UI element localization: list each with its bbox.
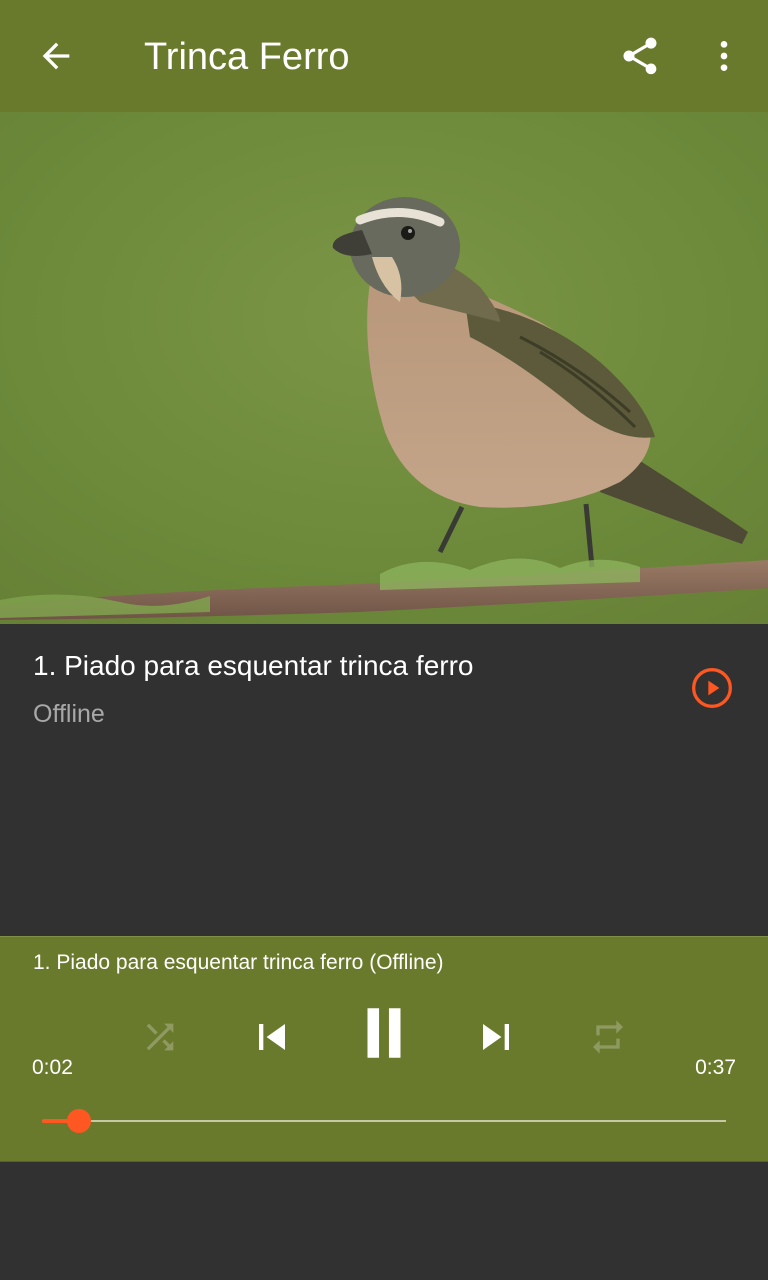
share-button[interactable] <box>608 24 672 88</box>
repeat-button[interactable] <box>584 1013 632 1061</box>
track-status: Offline <box>33 700 105 728</box>
bottom-empty-area <box>0 1162 768 1280</box>
seek-thumb[interactable] <box>66 1109 91 1133</box>
seek-bar[interactable] <box>42 1105 726 1137</box>
skip-previous-icon <box>259 1024 285 1050</box>
total-time: 0:37 <box>695 1056 736 1079</box>
pause-button[interactable] <box>350 999 418 1067</box>
repeat-icon <box>593 1020 623 1054</box>
skip-next-icon <box>483 1024 509 1050</box>
bird-photo <box>0 112 768 624</box>
previous-button[interactable] <box>242 1007 302 1067</box>
shuffle-icon <box>146 1023 174 1051</box>
back-button[interactable] <box>24 24 88 88</box>
current-time: 0:02 <box>32 1056 73 1079</box>
track-play-button[interactable] <box>688 664 736 712</box>
seek-rail <box>42 1120 726 1122</box>
bird-illustration <box>0 112 768 624</box>
more-options-button[interactable] <box>692 24 756 88</box>
share-icon <box>623 37 657 75</box>
track-title[interactable]: 1. Piado para esquentar trinca ferro <box>33 646 473 686</box>
shuffle-button[interactable] <box>136 1013 184 1061</box>
page-title: Trinca Ferro <box>144 36 350 78</box>
app-bar: Trinca Ferro <box>0 0 768 112</box>
mini-player: 1. Piado para esquentar trinca ferro (Of… <box>0 936 768 1162</box>
more-vert-icon <box>720 41 728 71</box>
pause-icon <box>367 1008 401 1058</box>
now-playing-label: 1. Piado para esquentar trinca ferro (Of… <box>33 951 444 974</box>
next-button[interactable] <box>466 1007 526 1067</box>
arrow-back-icon <box>42 42 70 70</box>
play-circle-icon <box>692 668 732 708</box>
